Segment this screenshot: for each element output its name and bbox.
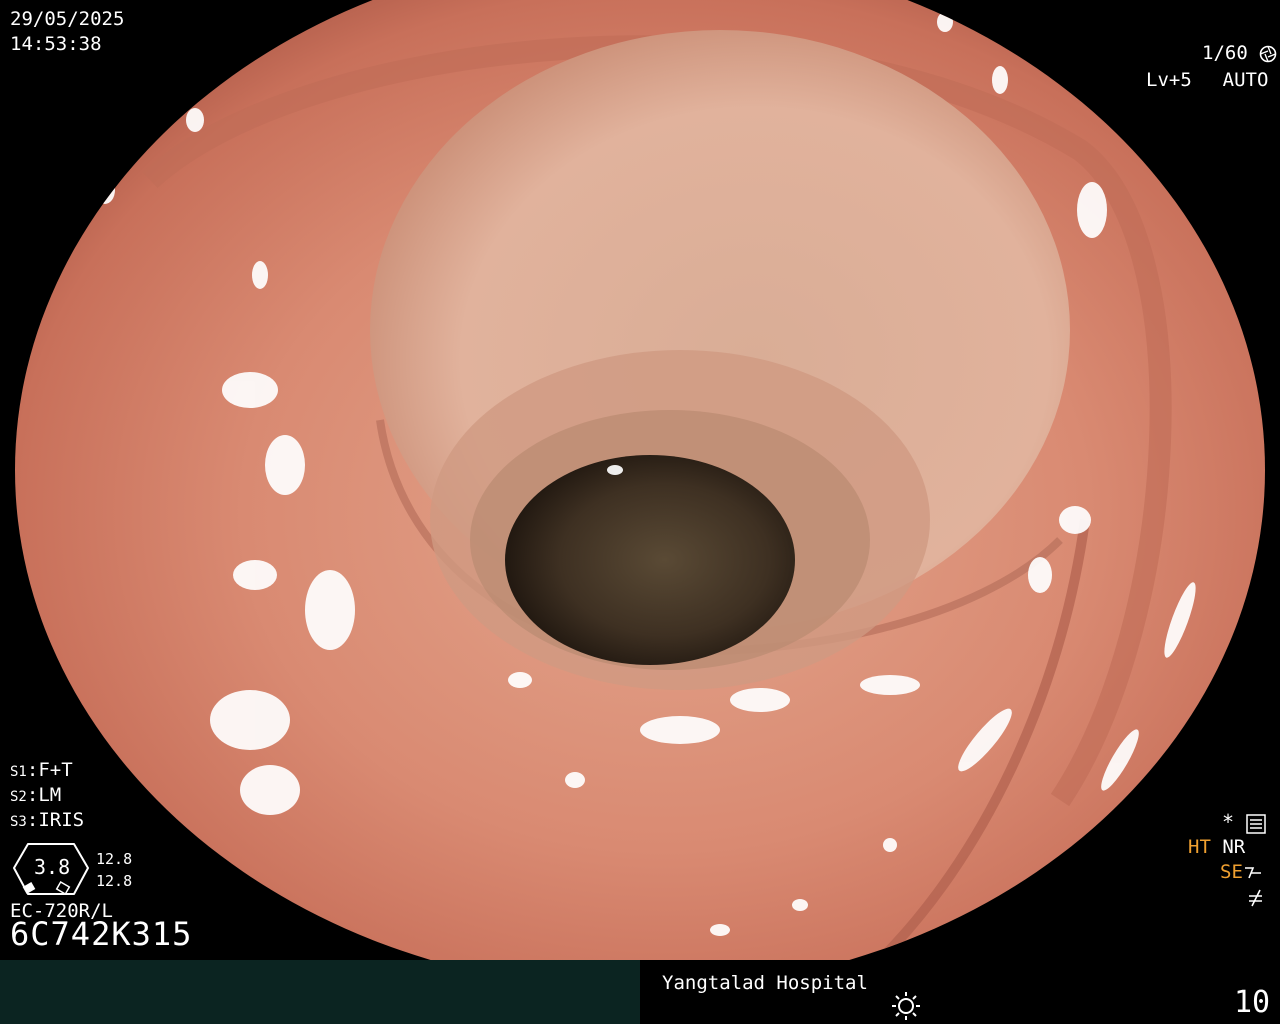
menu-indicator: * — [1222, 810, 1266, 835]
asterisk-icon: * — [1222, 810, 1235, 834]
time-label: 14:53:38 — [10, 33, 102, 55]
setting-s1: S1:F+T — [10, 759, 73, 781]
no-flash-icon — [1249, 889, 1262, 906]
setting-s2-value: LM — [38, 784, 62, 806]
setting-s2: S2:LM — [10, 784, 62, 806]
scope-serial: 6C742K315 — [10, 915, 193, 953]
shutter-speed: 1/60 — [1202, 42, 1248, 64]
gauge-upper: 12.8 — [96, 850, 133, 868]
structure-enhance-icon — [1244, 866, 1261, 878]
mode-flags: HT NR — [1188, 835, 1245, 859]
se-indicator: SE — [1220, 860, 1263, 884]
setting-s2-key: S2 — [10, 789, 27, 805]
endoscopy-image — [0, 0, 1280, 1024]
gauge-value: 3.8 — [34, 855, 71, 879]
footer-bar: Yangtalad Hospital 10 — [0, 960, 1280, 1024]
setting-s1-key: S1 — [10, 764, 27, 780]
setting-s3-key: S3 — [10, 814, 27, 830]
nr-label: NR — [1222, 836, 1246, 858]
level-readout: Lv+5 AUTO — [1146, 68, 1280, 92]
shutter-readout: 1/60 — [1202, 41, 1277, 65]
footer-info-panel: Yangtalad Hospital 10 — [640, 960, 1280, 1024]
shutter-icon — [1259, 45, 1277, 62]
setting-s3: S3:IRIS — [10, 809, 85, 831]
image-counter: 10 — [1234, 985, 1271, 1020]
se-label: SE — [1220, 861, 1243, 883]
level-label: Lv+5 — [1146, 69, 1192, 91]
setting-s1-value: F+T — [38, 759, 73, 781]
hospital-name: Yangtalad Hospital — [662, 972, 868, 994]
gauge-lower: 12.8 — [96, 872, 133, 890]
setting-s3-value: IRIS — [38, 809, 85, 831]
mode-label: AUTO — [1222, 69, 1269, 91]
menu-icon — [1245, 813, 1266, 834]
ht-label: HT — [1188, 836, 1211, 858]
no-flash-indicator — [1246, 885, 1266, 909]
date-label: 29/05/2025 — [10, 8, 125, 30]
light-icon — [892, 992, 920, 1020]
